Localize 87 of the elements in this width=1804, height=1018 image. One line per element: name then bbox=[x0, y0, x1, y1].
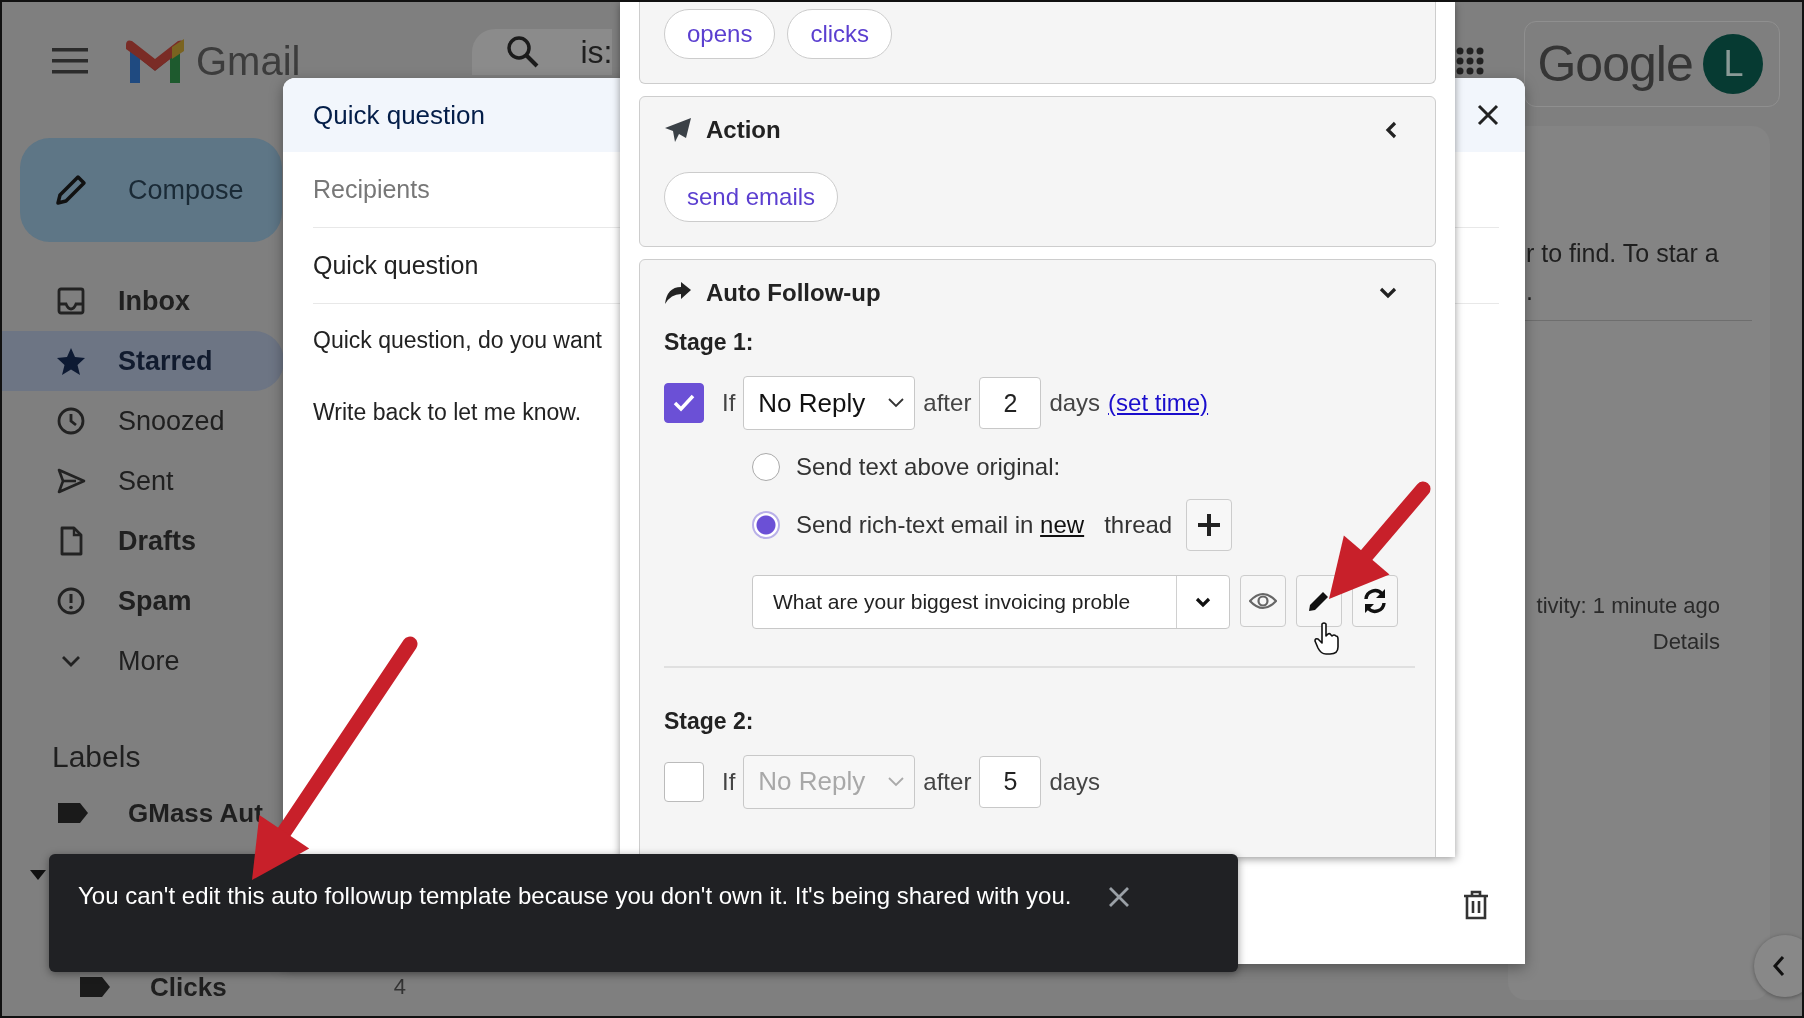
after-label: after bbox=[923, 389, 972, 417]
action-chip[interactable]: send emails bbox=[664, 172, 839, 222]
label-tag-icon bbox=[56, 801, 90, 825]
option-label: Send text above original: bbox=[796, 453, 1061, 481]
label-count: 4 bbox=[393, 974, 406, 1000]
menu-icon[interactable] bbox=[52, 48, 88, 74]
radio-button[interactable] bbox=[752, 453, 780, 481]
paper-plane-icon bbox=[664, 117, 692, 143]
section-title: Auto Follow-up bbox=[706, 279, 882, 307]
if-label: If bbox=[722, 389, 736, 417]
close-button[interactable] bbox=[1108, 886, 1130, 908]
chevron-left-icon[interactable] bbox=[1385, 121, 1397, 139]
hand-cursor-icon bbox=[1314, 622, 1340, 656]
toast-message: You can't edit this auto followup template because you don't own it. It's being shared with you. bbox=[78, 881, 1073, 911]
chevron-down-icon bbox=[888, 776, 905, 787]
add-button[interactable] bbox=[1186, 499, 1233, 551]
preview-button[interactable] bbox=[1240, 575, 1286, 627]
google-wordmark: Google bbox=[1537, 35, 1693, 93]
chevron-down-icon bbox=[888, 398, 905, 408]
product-name: Gmail bbox=[196, 38, 301, 84]
pencil-icon bbox=[54, 173, 88, 207]
nav-item[interactable]: Spam bbox=[2, 571, 284, 631]
trash-icon[interactable] bbox=[1463, 890, 1489, 920]
compose-title: Quick question bbox=[313, 99, 485, 131]
condition-dropdown[interactable]: No Reply bbox=[743, 754, 916, 809]
body-text: Write back to let me know. bbox=[313, 398, 581, 427]
nav-item[interactable]: More bbox=[2, 631, 284, 691]
nav-item[interactable]: Inbox bbox=[2, 271, 284, 331]
days-label: days bbox=[1049, 767, 1101, 796]
search-bar[interactable]: is: bbox=[472, 29, 613, 75]
clock-icon bbox=[56, 406, 86, 436]
compose-button[interactable]: Compose bbox=[20, 138, 282, 242]
pencil-icon bbox=[1307, 589, 1331, 613]
labels-heading: Labels bbox=[52, 739, 142, 775]
chevron-down-icon bbox=[1195, 596, 1211, 608]
mail-logo-icon bbox=[126, 39, 184, 83]
nav-item[interactable]: Sent bbox=[2, 451, 284, 511]
close-icon bbox=[1108, 886, 1130, 908]
refresh-icon bbox=[1362, 588, 1388, 614]
message-text: r to find. To star a bbox=[1526, 238, 1720, 269]
template-dropdown[interactable]: What are your biggest invoicing proble bbox=[752, 575, 1230, 629]
condition-dropdown[interactable]: No Reply bbox=[743, 376, 916, 430]
days-label: days bbox=[1049, 389, 1101, 417]
inbox-icon bbox=[56, 286, 86, 316]
subject-field[interactable]: Quick question bbox=[313, 251, 573, 280]
after-label: after bbox=[923, 767, 972, 796]
avatar[interactable]: L bbox=[1703, 34, 1764, 94]
apps-grid-icon[interactable] bbox=[1456, 47, 1485, 75]
send-icon bbox=[56, 466, 86, 496]
caret-icon[interactable] bbox=[30, 870, 46, 880]
stage-label: Stage 1: bbox=[664, 328, 755, 357]
radio-button[interactable] bbox=[752, 511, 780, 539]
message-text: . bbox=[1526, 276, 1534, 307]
check-icon bbox=[672, 393, 696, 413]
body-text: Quick question, do you want bbox=[313, 326, 602, 355]
new-link[interactable]: new bbox=[1040, 511, 1085, 538]
warning-icon bbox=[56, 586, 86, 616]
set-time-link[interactable]: (set time) bbox=[1108, 389, 1209, 417]
activity-text: tivity: 1 minute ago bbox=[1536, 593, 1720, 619]
option-label: Send rich-text email in new thread bbox=[796, 511, 1173, 539]
nav-item[interactable]: Drafts bbox=[2, 511, 284, 571]
stage-label: Stage 2: bbox=[664, 706, 755, 736]
checkbox[interactable] bbox=[664, 761, 704, 802]
search-icon[interactable] bbox=[506, 35, 541, 69]
label-item[interactable]: GMass Aut bbox=[2, 783, 282, 843]
chevron-left-icon bbox=[1772, 955, 1786, 977]
nav-item[interactable]: Snoozed bbox=[2, 391, 284, 451]
close-icon[interactable] bbox=[1477, 104, 1499, 126]
section-title: Action bbox=[706, 116, 782, 144]
star-icon bbox=[56, 346, 86, 376]
days-field[interactable]: 5 bbox=[979, 755, 1042, 808]
chevron-down-icon[interactable] bbox=[1379, 287, 1397, 299]
nav-item[interactable]: Starred bbox=[2, 331, 284, 391]
details-link[interactable]: Details bbox=[1652, 629, 1720, 655]
edit-button[interactable] bbox=[1296, 575, 1342, 627]
label-item[interactable]: Clicks 4 bbox=[2, 965, 442, 1009]
days-field[interactable]: 2 bbox=[979, 377, 1042, 429]
account-button[interactable]: Google L bbox=[1524, 21, 1781, 107]
trigger-chip[interactable]: opens bbox=[664, 9, 776, 59]
plus-icon bbox=[1197, 513, 1222, 537]
reply-arrow-icon bbox=[664, 281, 692, 305]
label-tag-icon bbox=[78, 975, 112, 999]
eye-icon bbox=[1249, 592, 1277, 610]
checkbox[interactable] bbox=[664, 383, 704, 423]
trigger-chip[interactable]: clicks bbox=[787, 9, 893, 59]
recipients-field[interactable]: Recipients bbox=[313, 175, 573, 204]
if-label: If bbox=[722, 767, 736, 796]
